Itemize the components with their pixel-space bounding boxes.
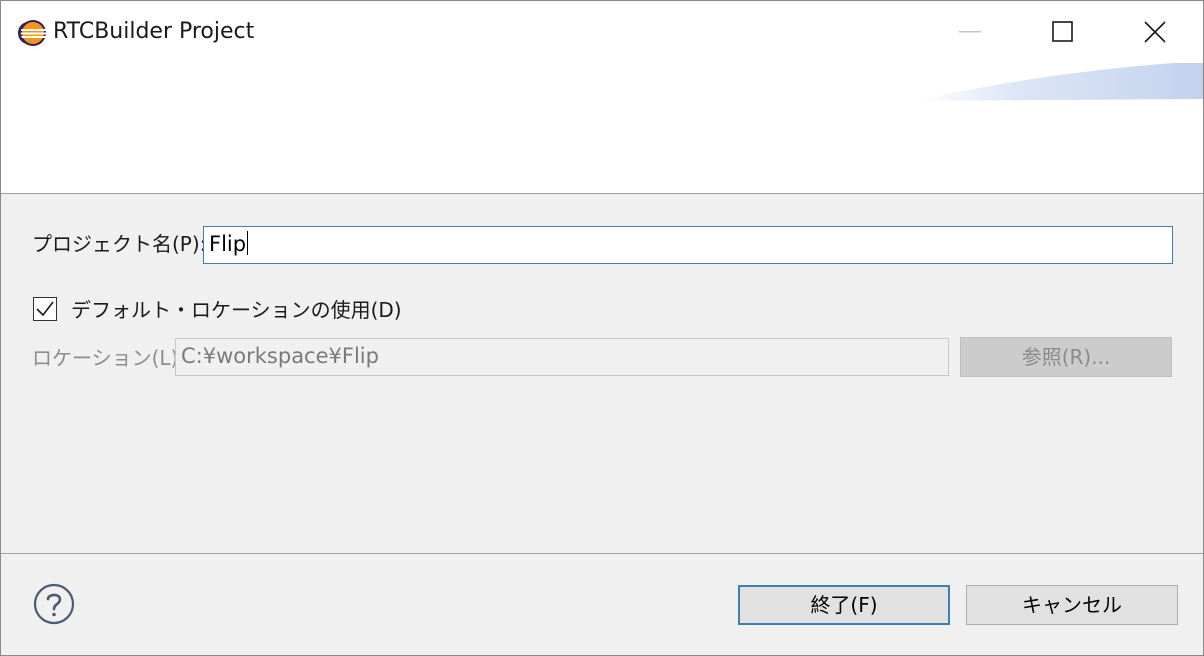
maximize-icon bbox=[1052, 21, 1073, 42]
checkmark-icon bbox=[36, 301, 54, 317]
project-name-input[interactable]: Flip bbox=[203, 226, 1173, 264]
minimize-button[interactable] bbox=[925, 1, 1017, 63]
use-default-location-checkbox[interactable] bbox=[33, 297, 57, 321]
banner-swoosh-graphic bbox=[916, 63, 1203, 101]
location-input[interactable]: C:¥workspace¥Flip bbox=[175, 338, 949, 376]
browse-button[interactable]: 参照(R)... bbox=[960, 337, 1172, 377]
text-caret bbox=[247, 231, 249, 255]
dialog-window: RTCBuilder Project プロジェクト名(P): Flip デフォル… bbox=[0, 0, 1204, 656]
cancel-button[interactable]: キャンセル bbox=[966, 585, 1178, 625]
button-bar: 終了(F) キャンセル bbox=[1, 554, 1203, 655]
location-value: C:¥workspace¥Flip bbox=[181, 344, 379, 368]
minimize-icon bbox=[959, 31, 981, 33]
title-bar[interactable]: RTCBuilder Project bbox=[1, 1, 1203, 63]
maximize-button[interactable] bbox=[1017, 1, 1109, 63]
wizard-content: プロジェクト名(P): Flip デフォルト・ロケーションの使用(D) ロケーシ… bbox=[1, 194, 1203, 553]
project-name-label: プロジェクト名(P): bbox=[32, 232, 207, 256]
close-icon bbox=[1144, 21, 1166, 43]
finish-button[interactable]: 終了(F) bbox=[738, 585, 950, 625]
eclipse-icon bbox=[18, 20, 46, 46]
location-label: ロケーション(L): bbox=[32, 346, 186, 370]
close-button[interactable] bbox=[1109, 1, 1201, 63]
help-icon[interactable] bbox=[33, 583, 75, 625]
wizard-banner bbox=[1, 63, 1203, 193]
window-title: RTCBuilder Project bbox=[53, 19, 255, 44]
use-default-location-label[interactable]: デフォルト・ロケーションの使用(D) bbox=[71, 296, 402, 324]
project-name-value: Flip bbox=[209, 232, 247, 256]
